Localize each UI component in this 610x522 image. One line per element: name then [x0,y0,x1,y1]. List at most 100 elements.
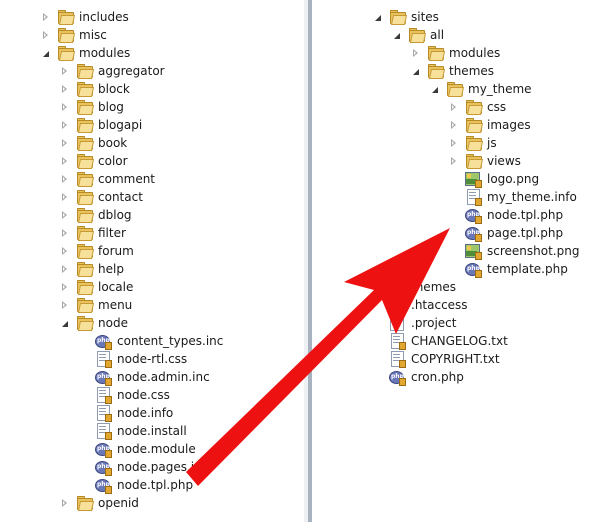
tree-item[interactable]: node.install [76,422,187,440]
tree-item[interactable]: themes [370,278,456,296]
tree-item[interactable]: modules [408,44,500,62]
tree-item[interactable]: CHANGELOG.txt [370,332,508,350]
collapsed-arrow-icon[interactable] [38,8,52,26]
tree-item[interactable]: js [446,134,497,152]
collapsed-arrow-icon[interactable] [57,134,71,152]
tree-item[interactable]: php page.tpl.php [446,224,563,242]
collapsed-arrow-icon[interactable] [57,296,71,314]
tree-item[interactable]: php content_types.inc [76,332,223,350]
no-twisty [446,242,460,260]
tree-item[interactable]: book [57,134,127,152]
tree-item[interactable]: sites [370,8,439,26]
folder-icon [408,27,427,43]
twisty-glyph [61,67,67,75]
no-twisty [446,188,460,206]
tree-item[interactable]: screenshot.png [446,242,579,260]
tree-item[interactable]: php cron.php [370,368,464,386]
text-line [99,357,106,358]
tree-item[interactable]: php node.tpl.php [76,476,193,494]
collapsed-arrow-icon[interactable] [57,260,71,278]
tree-item[interactable]: php node.pages.inc [76,458,208,476]
collapsed-arrow-icon[interactable] [446,116,460,134]
twisty-glyph [61,103,67,111]
expanded-arrow-icon[interactable] [427,80,441,98]
tree-item[interactable]: comment [57,170,155,188]
tree-item[interactable]: includes [38,8,129,26]
expanded-arrow-icon[interactable] [370,8,384,26]
folder-front [58,15,76,25]
tree-item-label: css [487,100,507,114]
tree-item[interactable]: .htaccess [370,296,468,314]
tree-item[interactable]: color [57,152,128,170]
tree-item[interactable]: contact [57,188,143,206]
twisty-glyph [394,33,400,39]
collapsed-arrow-icon[interactable] [57,80,71,98]
pane-divider-bar[interactable] [308,0,312,522]
tree-item[interactable]: node-rtl.css [76,350,187,368]
tree-item[interactable]: php node.module [76,440,196,458]
tree-item[interactable]: Y? .project [370,314,456,332]
collapsed-arrow-icon[interactable] [57,116,71,134]
text-file-icon [465,189,482,206]
tree-item[interactable]: locale [57,278,133,296]
collapsed-arrow-icon[interactable] [57,224,71,242]
tree-item[interactable]: forum [57,242,134,260]
collapsed-arrow-icon[interactable] [57,206,71,224]
tree-item[interactable]: logo.png [446,170,539,188]
tree-item-label: COPYRIGHT.txt [411,352,500,366]
tree-item[interactable]: openid [57,494,139,512]
tree-item[interactable]: php node.admin.inc [76,368,210,386]
collapsed-arrow-icon[interactable] [370,278,384,296]
collapsed-arrow-icon[interactable] [57,188,71,206]
expanded-arrow-icon[interactable] [57,314,71,332]
collapsed-arrow-icon[interactable] [446,98,460,116]
tree-item[interactable]: images [446,116,531,134]
collapsed-arrow-icon[interactable] [57,278,71,296]
tree-item[interactable]: help [57,260,124,278]
collapsed-arrow-icon[interactable] [57,152,71,170]
tree-item[interactable]: node.info [76,404,173,422]
tree-item[interactable]: node [57,314,128,332]
collapsed-arrow-icon[interactable] [446,152,460,170]
tree-item[interactable]: COPYRIGHT.txt [370,350,500,368]
tree-item[interactable]: node.css [76,386,170,404]
tree-item[interactable]: my_theme.info [446,188,577,206]
collapsed-arrow-icon[interactable] [38,26,52,44]
lock-overlay-icon [475,198,482,206]
tree-item[interactable]: blogapi [57,116,142,134]
tree-item[interactable]: php node.tpl.php [446,206,563,224]
tree-item[interactable]: blog [57,98,124,116]
collapsed-arrow-icon[interactable] [446,134,460,152]
expanded-arrow-icon[interactable] [38,44,52,62]
tree-item[interactable]: modules [38,44,130,62]
twisty-glyph [413,69,419,75]
collapsed-arrow-icon[interactable] [408,44,422,62]
tree-item[interactable]: css [446,98,506,116]
twisty-glyph [412,49,418,57]
expanded-arrow-icon[interactable] [389,26,403,44]
tree-item[interactable]: my_theme [427,80,532,98]
folder-front [466,105,484,115]
tree-item[interactable]: block [57,80,130,98]
tree-item[interactable]: menu [57,296,132,314]
image-file-icon [465,243,482,260]
tree-item[interactable]: themes [408,62,494,80]
tree-item[interactable]: php template.php [446,260,568,278]
tree-item-label: my_theme.info [487,190,577,204]
collapsed-arrow-icon[interactable] [57,170,71,188]
collapsed-arrow-icon[interactable] [57,242,71,260]
tree-item[interactable]: dblog [57,206,132,224]
tree-item[interactable]: misc [38,26,107,44]
expanded-arrow-icon[interactable] [408,62,422,80]
no-twisty [76,404,90,422]
collapsed-arrow-icon[interactable] [57,494,71,512]
collapsed-arrow-icon[interactable] [57,62,71,80]
folder-icon [427,45,446,61]
tree-item-label: CHANGELOG.txt [411,334,508,348]
tree-item[interactable]: aggregator [57,62,165,80]
tree-item[interactable]: views [446,152,521,170]
collapsed-arrow-icon[interactable] [57,98,71,116]
tree-item[interactable]: filter [57,224,126,242]
text-line [99,411,106,412]
tree-item[interactable]: all [389,26,444,44]
